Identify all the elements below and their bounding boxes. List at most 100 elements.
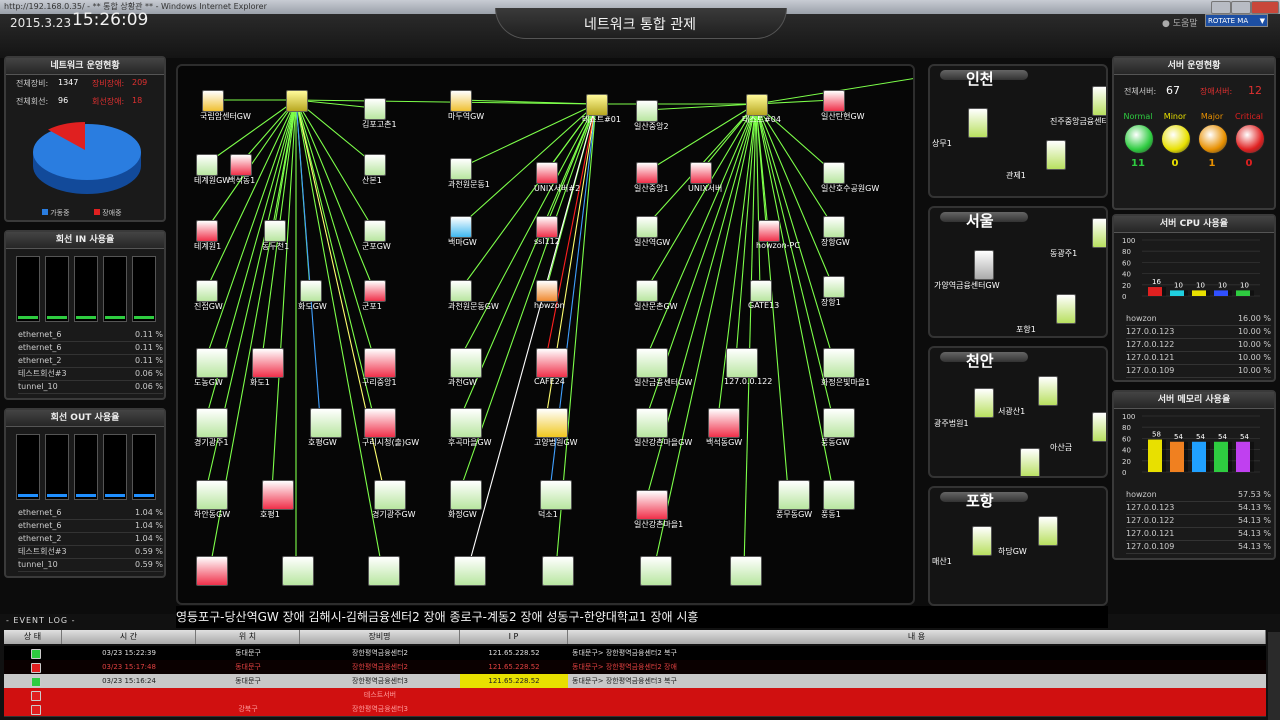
column-header[interactable]: 위 치 (196, 630, 300, 644)
server-node-icon[interactable] (1056, 294, 1076, 324)
usage-row[interactable]: 127.0.0.121 10.00 % (1126, 351, 1271, 365)
server-node-icon[interactable] (364, 408, 396, 438)
server-node-icon[interactable] (282, 556, 314, 586)
server-node-icon[interactable] (542, 556, 574, 586)
usage-row[interactable]: 테스트회선#3 0.59 % (18, 545, 163, 559)
server-node-icon[interactable] (823, 162, 845, 184)
server-node-icon[interactable] (640, 556, 672, 586)
region-panel[interactable]: 인천 상무1 관제1 진주중앙금융센터1 (928, 64, 1108, 198)
server-node-icon[interactable] (264, 220, 286, 242)
server-node-icon[interactable] (450, 158, 472, 180)
server-node-icon[interactable] (196, 220, 218, 242)
usage-row[interactable]: 127.0.0.109 54.13 % (1126, 540, 1271, 554)
server-node-icon[interactable] (196, 154, 218, 176)
server-node-icon[interactable] (1038, 376, 1058, 406)
server-node-icon[interactable] (1092, 86, 1106, 116)
usage-row[interactable]: ethernet_6 1.04 % (18, 506, 163, 520)
server-node-icon[interactable] (636, 408, 668, 438)
usage-row[interactable]: howzon 16.00 % (1126, 312, 1271, 326)
server-node-icon[interactable] (364, 154, 386, 176)
server-node-icon[interactable] (974, 250, 994, 280)
server-node-icon[interactable] (252, 348, 284, 378)
table-row[interactable]: 03/23 15:17:48 동대문구 장한평역금융센터2 121.65.228.52… (4, 660, 1266, 675)
server-node-icon[interactable] (823, 348, 855, 378)
server-node-icon[interactable] (726, 348, 758, 378)
server-node-icon[interactable] (1020, 448, 1040, 476)
hub-server-icon[interactable] (746, 94, 768, 116)
server-node-icon[interactable] (823, 276, 845, 298)
column-header[interactable]: 내 용 (568, 630, 1266, 644)
server-node-icon[interactable] (300, 280, 322, 302)
table-row[interactable]: 강북구 장한평역금융센터3 (4, 702, 1266, 717)
help-link[interactable]: ● 도움말 (1162, 16, 1198, 29)
server-node-icon[interactable] (196, 480, 228, 510)
server-node-icon[interactable] (262, 480, 294, 510)
server-node-icon[interactable] (196, 408, 228, 438)
server-node-icon[interactable] (450, 480, 482, 510)
server-node-icon[interactable] (454, 556, 486, 586)
region-panel[interactable]: 천안광주법원1서광산1아산금수원역1 (928, 346, 1108, 478)
server-node-icon[interactable] (540, 480, 572, 510)
server-node-icon[interactable] (364, 98, 386, 120)
server-node-icon[interactable] (974, 388, 994, 418)
maximize-button[interactable] (1231, 1, 1251, 14)
server-node-icon[interactable] (823, 480, 855, 510)
server-node-icon[interactable] (968, 108, 988, 138)
server-node-icon[interactable] (364, 220, 386, 242)
usage-row[interactable]: 127.0.0.122 54.13 % (1126, 514, 1271, 528)
server-node-icon[interactable] (450, 216, 472, 238)
rotate-select[interactable]: ROTATE MA ▼ (1205, 14, 1268, 27)
server-node-icon[interactable] (196, 556, 228, 586)
server-node-icon[interactable] (1046, 140, 1066, 170)
server-node-icon[interactable] (1092, 218, 1106, 248)
server-node-icon[interactable] (823, 216, 845, 238)
event-log-scrollbar[interactable] (1268, 632, 1280, 720)
usage-row[interactable]: howzon 57.53 % (1126, 488, 1271, 502)
usage-row[interactable]: ethernet_2 0.11 % (18, 354, 163, 368)
server-node-icon[interactable] (450, 280, 472, 302)
server-node-icon[interactable] (310, 408, 342, 438)
table-row[interactable]: 03/23 15:16:24 동대문구 장한평역금융센터3 121.65.228.52… (4, 674, 1266, 689)
server-node-icon[interactable] (636, 490, 668, 520)
usage-row[interactable]: ethernet_6 0.11 % (18, 341, 163, 355)
server-node-icon[interactable] (450, 90, 472, 112)
usage-row[interactable]: tunnel_10 0.06 % (18, 380, 163, 394)
server-node-icon[interactable] (758, 220, 780, 242)
table-row[interactable]: 03/23 15:22:39 동대문구 장한평역금융센터2 121.65.228.52… (4, 646, 1266, 661)
server-node-icon[interactable] (536, 162, 558, 184)
server-node-icon[interactable] (636, 348, 668, 378)
topology-map[interactable]: 테스트#01 테스트#04 국립암센터GW 김포고촌1 마두역GW 일산중앙2 일산탄현GW… (176, 64, 915, 605)
column-header[interactable]: 시 간 (62, 630, 196, 644)
server-node-icon[interactable] (450, 408, 482, 438)
server-level-icon[interactable] (1124, 124, 1154, 154)
server-node-icon[interactable] (730, 556, 762, 586)
region-panel[interactable]: 포항 매산1 하당GW (928, 486, 1108, 606)
server-node-icon[interactable] (536, 408, 568, 438)
server-node-icon[interactable] (202, 90, 224, 112)
server-node-icon[interactable] (636, 216, 658, 238)
usage-row[interactable]: 127.0.0.123 54.13 % (1126, 501, 1271, 515)
server-node-icon[interactable] (196, 348, 228, 378)
server-node-icon[interactable] (536, 216, 558, 238)
server-node-icon[interactable] (1038, 516, 1058, 546)
server-node-icon[interactable] (690, 162, 712, 184)
column-header[interactable]: 상 태 (4, 630, 62, 644)
hub-server-icon[interactable] (286, 90, 308, 112)
region-panel[interactable]: 서울 가양역금융센터GW 포항1 동광주1 (928, 206, 1108, 338)
server-level-icon[interactable] (1235, 124, 1265, 154)
server-node-icon[interactable] (374, 480, 406, 510)
server-node-icon[interactable] (778, 480, 810, 510)
usage-row[interactable]: ethernet_6 0.11 % (18, 328, 163, 342)
usage-row[interactable]: 127.0.0.121 54.13 % (1126, 527, 1271, 541)
server-node-icon[interactable] (196, 280, 218, 302)
server-node-icon[interactable] (230, 154, 252, 176)
server-level-icon[interactable] (1161, 124, 1191, 154)
usage-row[interactable]: tunnel_10 0.59 % (18, 558, 163, 572)
server-node-icon[interactable] (708, 408, 740, 438)
server-node-icon[interactable] (536, 280, 558, 302)
server-node-icon[interactable] (536, 348, 568, 378)
server-node-icon[interactable] (1092, 412, 1106, 442)
server-node-icon[interactable] (823, 408, 855, 438)
column-header[interactable]: 장비명 (300, 630, 460, 644)
usage-row[interactable]: 127.0.0.123 10.00 % (1126, 325, 1271, 339)
